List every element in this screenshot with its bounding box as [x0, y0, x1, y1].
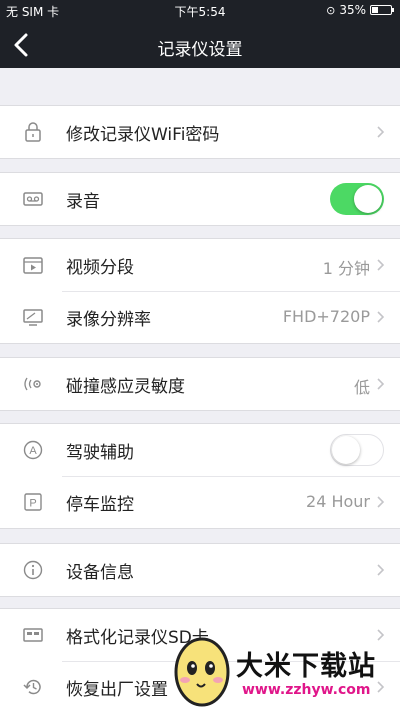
video-icon	[23, 257, 43, 274]
row-label: 碰撞感应灵敏度	[66, 377, 185, 397]
page-title: 记录仪设置	[157, 40, 243, 60]
toggle-knob	[332, 435, 360, 464]
parking-icon: P	[24, 493, 42, 511]
row-value: 低	[353, 378, 370, 397]
row-label: 修改记录仪WiFi密码	[66, 125, 220, 145]
device-info-row[interactable]: 设备信息	[0, 544, 400, 596]
watermark-url: www.zzhyw.com	[242, 682, 371, 698]
row-label: 视频分段	[66, 258, 134, 278]
audio-recording-row: 录音	[0, 173, 400, 225]
driving-assist-row: A 驾驶辅助	[0, 424, 400, 476]
row-value: FHD+720P	[282, 307, 370, 326]
video-resolution-row[interactable]: 录像分辨率 FHD+720P	[0, 291, 400, 343]
parking-monitor-row[interactable]: P 停车监控 24 Hour	[0, 476, 400, 528]
chevron-right-icon	[377, 378, 385, 390]
row-label: 恢复出厂设置	[66, 680, 168, 700]
sensor-icon	[24, 377, 41, 391]
settings-group-driving: A 驾驶辅助 P 停车监控 24 Hour	[0, 423, 400, 529]
chevron-right-icon	[377, 126, 385, 138]
restore-icon	[23, 679, 41, 695]
sd-card-icon	[23, 628, 43, 642]
watermark: 大米下载站 www.zzhyw.com	[170, 630, 398, 708]
row-label: 停车监控	[66, 495, 134, 515]
audio-recording-toggle[interactable]	[330, 183, 384, 215]
settings-group-video: 视频分段 1 分钟 录像分辨率 FHD+720P	[0, 238, 400, 344]
video-segment-row[interactable]: 视频分段 1 分钟	[0, 239, 400, 291]
chevron-right-icon	[377, 311, 385, 323]
settings-group-audio: 录音	[0, 172, 400, 226]
toggle-knob	[354, 185, 382, 213]
driving-assist-toggle[interactable]	[330, 434, 384, 466]
watermark-brand: 大米下载站	[236, 651, 376, 682]
status-bar: 无 SIM 卡 下午5:54 ⊙ 35%	[0, 0, 400, 22]
chevron-right-icon	[377, 564, 385, 576]
row-value: 1 分钟	[322, 259, 370, 278]
settings-group-wifi: 修改记录仪WiFi密码	[0, 105, 400, 159]
row-label: 驾驶辅助	[66, 443, 134, 463]
navigation-bar: 记录仪设置	[0, 22, 400, 68]
collision-sensitivity-row[interactable]: 碰撞感应灵敏度 低	[0, 358, 400, 410]
orientation-lock-icon: ⊙	[326, 3, 336, 17]
row-label: 录像分辨率	[66, 310, 151, 330]
monitor-icon	[23, 309, 43, 326]
svg-text:A: A	[29, 445, 37, 457]
svg-text:P: P	[29, 498, 36, 510]
row-label: 录音	[66, 192, 100, 212]
assist-icon: A	[23, 440, 43, 460]
chevron-right-icon	[377, 259, 385, 271]
battery-percent: 35%	[339, 3, 366, 17]
info-icon	[23, 560, 43, 580]
settings-group-device: 设备信息	[0, 543, 400, 597]
wifi-password-row[interactable]: 修改记录仪WiFi密码	[0, 106, 400, 158]
row-label: 设备信息	[66, 563, 134, 583]
mascot-logo-icon	[174, 637, 230, 707]
status-right: ⊙ 35%	[326, 3, 394, 17]
chevron-right-icon	[377, 496, 385, 508]
settings-group-collision: 碰撞感应灵敏度 低	[0, 357, 400, 411]
lock-icon	[25, 122, 41, 142]
row-value: 24 Hour	[306, 492, 370, 511]
recorder-icon	[23, 192, 43, 206]
battery-icon	[370, 5, 394, 15]
